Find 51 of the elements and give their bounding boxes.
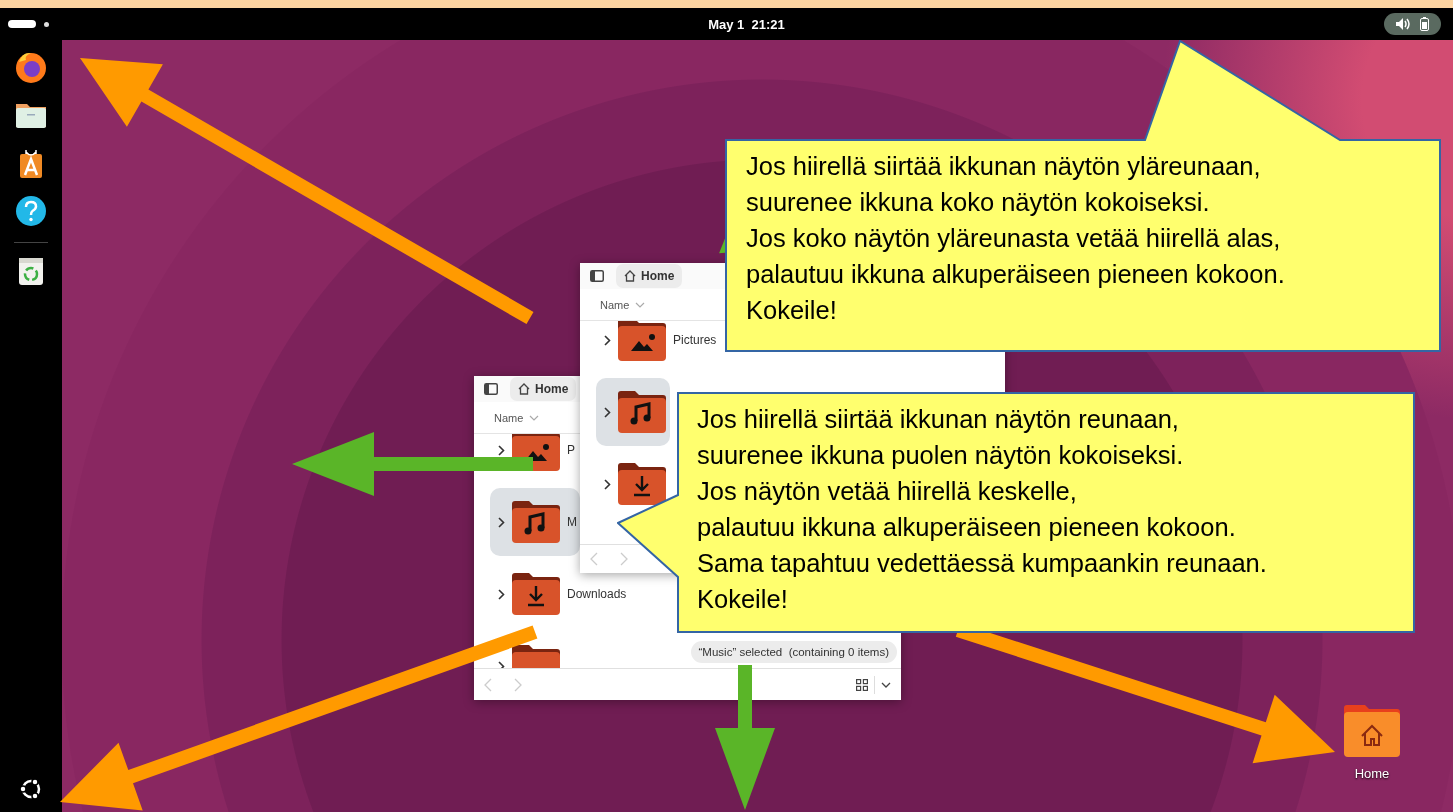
help-icon[interactable] [14,194,48,228]
name-column-header[interactable]: Name [600,298,646,311]
folder-icon [617,321,667,362]
folder-icon [511,500,561,544]
callout-text: suurenee ikkuna koko näytön kokoiseksi. [746,187,1210,218]
expand-chevron-icon[interactable] [498,516,505,528]
callout-text: Kokeile! [697,584,788,615]
sidebar-toggle-icon[interactable] [484,383,498,395]
folder-icon [617,462,667,506]
callout-text: Jos koko näytön yläreunasta vetää hiirellä alas, [746,223,1281,254]
system-menu-button[interactable] [1384,13,1441,35]
trash-icon[interactable] [16,255,46,287]
folder-icon [617,390,667,434]
clock[interactable]: May 1 21:21 [708,16,785,32]
activities-pill-icon[interactable] [8,20,36,28]
view-options-chevron-icon[interactable] [881,681,891,688]
callout-text: suurenee ikkuna puolen näytön kokoiseksi. [697,440,1184,471]
callout-text: Jos hiirellä siirtää ikkunan näytön reunaan, [697,404,1179,435]
file-name: Pictures [673,333,717,347]
location-tab[interactable]: Home [616,264,683,288]
grid-view-icon[interactable] [856,678,868,691]
callout-text: Kokeile! [746,295,837,326]
home-icon [624,270,636,282]
callout-text: palautuu ikkuna alkuperäiseen pieneen kokoon. [697,512,1236,543]
sidebar-toggle-icon[interactable] [590,270,604,282]
battery-icon [1420,17,1429,31]
folder-icon [511,572,561,616]
expand-chevron-icon[interactable] [498,444,505,456]
desktop-icon-label[interactable]: Home [1354,766,1390,781]
speaker-icon [1396,18,1410,30]
callout-text: palautuu ikkuna alkuperäiseen pieneen kokoon. [746,259,1285,290]
expand-chevron-icon[interactable] [498,660,505,668]
name-column-header[interactable]: Name [494,411,540,424]
home-folder-icon[interactable] [1342,704,1402,758]
callout-text: Jos näytön vetää hiirellä keskelle, [697,476,1077,507]
home-icon [518,383,530,395]
expand-chevron-icon[interactable] [498,588,505,600]
file-name: Downloads [567,587,627,601]
workspace-dot-icon[interactable] [44,21,49,27]
selected-file-row[interactable]: M [490,488,580,556]
selection-status: “Music” selected (containing 0 items) [690,641,897,663]
expand-chevron-icon[interactable] [604,406,611,418]
file-name: M [567,515,577,529]
callout-text: Jos hiirellä siirtää ikkunan näytön yläreunaan, [746,151,1261,182]
callout-text: Sama tapahtuu vedettäessä kumpaankin reunaan. [697,548,1267,579]
expand-chevron-icon[interactable] [604,478,611,490]
location-tab[interactable]: Home [510,377,577,401]
expand-chevron-icon[interactable] [604,334,611,346]
selected-file-row[interactable] [596,378,670,446]
firefox-icon[interactable] [14,50,48,84]
file-name: P [567,443,575,457]
